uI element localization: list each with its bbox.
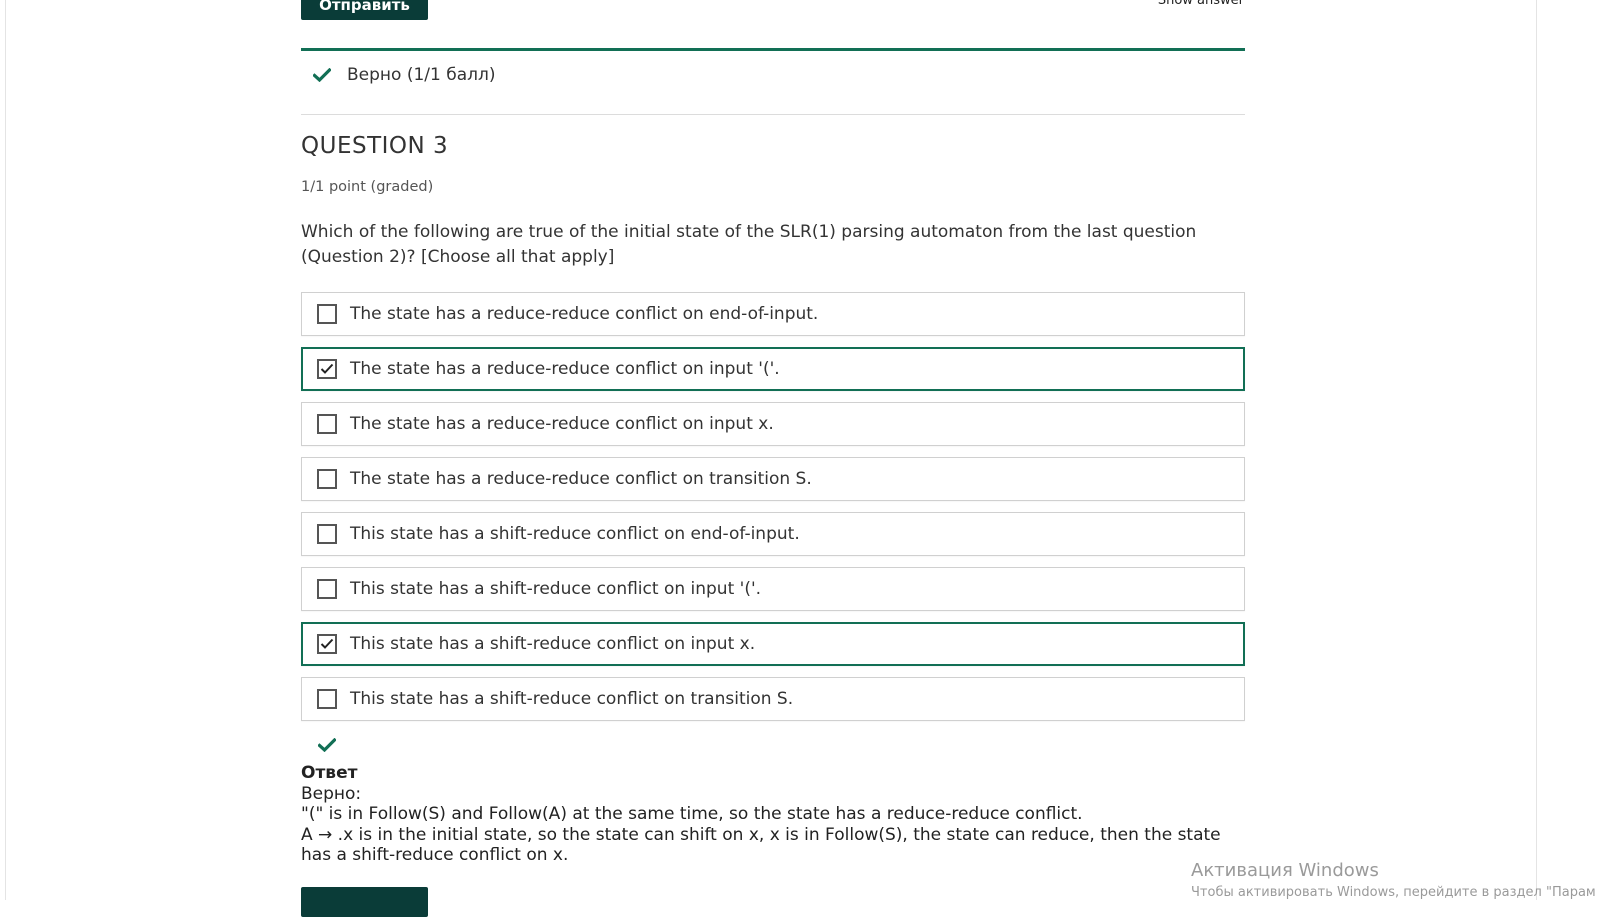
answer-option-label: The state has a reduce-reduce conflict o… <box>350 414 774 434</box>
answer-option-label: The state has a reduce-reduce conflict o… <box>350 304 819 324</box>
watermark-title: Активация Windows <box>1191 860 1379 881</box>
checkbox-checked-icon[interactable] <box>317 634 337 654</box>
answer-option-label: The state has a reduce-reduce conflict o… <box>350 359 780 379</box>
question-points: 1/1 point (graded) <box>301 179 434 195</box>
show-answer-button[interactable]: Show answer <box>1120 0 1244 8</box>
checkbox-unchecked-icon[interactable] <box>317 304 337 324</box>
answer-explanation: Ответ Верно: "(" is in Follow(S) and Fol… <box>301 763 1251 866</box>
previous-result-status: Верно (1/1 балл) <box>301 62 1245 88</box>
windows-activation-watermark: Активация Windows Чтобы активировать Win… <box>1191 860 1596 900</box>
status-text: Верно (1/1 балл) <box>347 65 496 85</box>
section-divider <box>301 114 1245 115</box>
answer-option-label: The state has a reduce-reduce conflict o… <box>350 469 812 489</box>
answer-option[interactable]: The state has a reduce-reduce conflict o… <box>301 402 1245 446</box>
answer-checkmark-icon <box>316 734 338 756</box>
checkbox-unchecked-icon[interactable] <box>317 469 337 489</box>
checkbox-unchecked-icon[interactable] <box>317 579 337 599</box>
checkbox-unchecked-icon[interactable] <box>317 414 337 434</box>
watermark-subtitle: Чтобы активировать Windows, перейдите в … <box>1191 885 1596 900</box>
checkbox-checked-icon[interactable] <box>317 359 337 379</box>
answer-option[interactable]: The state has a reduce-reduce conflict o… <box>301 347 1245 391</box>
answer-option[interactable]: The state has a reduce-reduce conflict o… <box>301 457 1245 501</box>
submit-button[interactable]: Отправить <box>301 0 428 20</box>
answer-option[interactable]: The state has a reduce-reduce conflict o… <box>301 292 1245 336</box>
answer-line-1: "(" is in Follow(S) and Follow(A) at the… <box>301 804 1083 824</box>
result-divider <box>301 48 1245 51</box>
answer-option[interactable]: This state has a shift-reduce conflict o… <box>301 622 1245 666</box>
answer-option[interactable]: This state has a shift-reduce conflict o… <box>301 677 1245 721</box>
question-text: Which of the following are true of the i… <box>301 222 1197 267</box>
answer-heading: Ответ <box>301 763 358 783</box>
answer-option-label: This state has a shift-reduce conflict o… <box>350 689 794 709</box>
answer-option-label: This state has a shift-reduce conflict o… <box>350 634 756 654</box>
answer-option[interactable]: This state has a shift-reduce conflict o… <box>301 567 1245 611</box>
answer-verdict: Верно: <box>301 783 362 804</box>
checkbox-unchecked-icon[interactable] <box>317 524 337 544</box>
checkmark-icon <box>311 64 333 86</box>
checkbox-unchecked-icon[interactable] <box>317 689 337 709</box>
answer-option-label: This state has a shift-reduce conflict o… <box>350 524 800 544</box>
answer-option[interactable]: This state has a shift-reduce conflict o… <box>301 512 1245 556</box>
next-submit-button[interactable] <box>301 887 428 917</box>
question-title: QUESTION 3 <box>301 133 449 159</box>
answer-line-2: A → .x is in the initial state, so the s… <box>301 824 1221 866</box>
answer-option-label: This state has a shift-reduce conflict o… <box>350 579 762 599</box>
